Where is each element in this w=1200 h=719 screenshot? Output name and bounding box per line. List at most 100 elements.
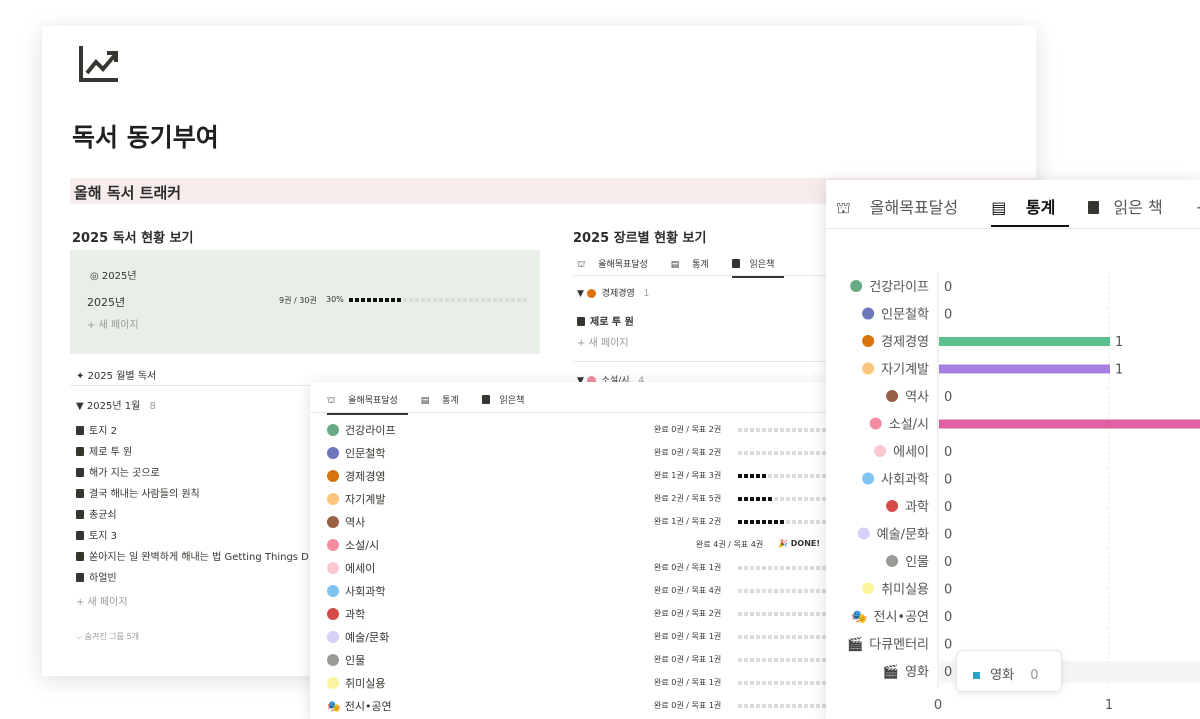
monthly-heading: ✦ 2025 월별 독서 bbox=[76, 367, 156, 382]
goal-row[interactable]: 사회과학 bbox=[327, 583, 385, 599]
status-row-label[interactable]: 2025년 bbox=[87, 294, 125, 310]
progress-cell bbox=[786, 681, 790, 685]
trend-up-icon bbox=[79, 46, 118, 82]
goal-row[interactable]: 예술/문화 bbox=[327, 629, 389, 645]
clapperboard-icon: 🎬 bbox=[847, 637, 863, 653]
book-item[interactable]: 결국 해내는 사람들의 원칙 bbox=[76, 485, 200, 500]
chart-tooltip: 영화 0 bbox=[956, 650, 1062, 692]
goal-row[interactable]: 인문철학 bbox=[327, 445, 385, 461]
goal-row[interactable]: 건강라이프 bbox=[327, 422, 396, 438]
progress-cell bbox=[816, 520, 820, 524]
tree-icon: ⛫ bbox=[327, 396, 339, 406]
progress-cell bbox=[738, 566, 742, 570]
progress-cell bbox=[487, 298, 491, 302]
book-title: 제로 투 원 bbox=[89, 447, 133, 458]
goal-row[interactable]: 역사 bbox=[327, 514, 365, 530]
tab-goal[interactable]: ⛫ 올해목표달성 bbox=[577, 260, 658, 270]
category-label: 인물 bbox=[905, 555, 929, 570]
category-dot-icon bbox=[862, 335, 875, 347]
category-label: 소설/시 bbox=[889, 418, 929, 433]
progress-cell bbox=[798, 612, 802, 616]
progress-cell bbox=[750, 474, 754, 478]
monthly-new-page-button[interactable]: + 새 페이지 bbox=[76, 593, 128, 608]
goal-row[interactable]: 경제경영 bbox=[327, 468, 385, 484]
progress-cell bbox=[816, 681, 820, 685]
progress-cell bbox=[798, 681, 802, 685]
tab-stats-label: 통계 bbox=[442, 396, 459, 406]
progress-cell bbox=[798, 428, 802, 432]
tooltip-value: 0 bbox=[1030, 668, 1039, 683]
progress-cell bbox=[774, 451, 778, 455]
genre-group-econ[interactable]: ▼ 경제경영 1 bbox=[577, 286, 649, 299]
genre-dot-icon bbox=[327, 677, 339, 689]
progress-cell bbox=[774, 474, 778, 478]
book-item[interactable]: 토지 3 bbox=[76, 527, 117, 542]
progress-cell bbox=[768, 589, 772, 593]
genre-dot-icon bbox=[327, 539, 339, 551]
progress-cell bbox=[768, 497, 772, 501]
category-dot-icon bbox=[886, 390, 899, 402]
progress-cell bbox=[756, 658, 760, 662]
progress-cell bbox=[786, 451, 790, 455]
goal-row[interactable]: 🎭 전시•공연 bbox=[327, 698, 392, 714]
progress-cell bbox=[798, 520, 802, 524]
book-item[interactable]: 하얼빈 bbox=[76, 569, 117, 584]
book-item[interactable]: 제로 투 원 bbox=[76, 443, 132, 458]
progress-cell bbox=[792, 704, 796, 708]
goal-genre-name: 과학 bbox=[345, 608, 366, 621]
tab-goal-label: 올해목표달성 bbox=[348, 396, 398, 406]
goal-row[interactable]: 에세이 bbox=[327, 560, 375, 576]
status-tab[interactable]: ◎ 2025년 bbox=[90, 267, 137, 282]
progress-cell bbox=[756, 589, 760, 593]
genre-book-item[interactable]: 제로 투 원 bbox=[577, 313, 634, 328]
progress-cell bbox=[756, 704, 760, 708]
genre-dot-icon bbox=[327, 654, 339, 666]
goal-progress-text: 완료 1권 / 목표 2권 bbox=[654, 517, 722, 526]
tab-stats[interactable]: ▤ 통계 bbox=[671, 260, 719, 270]
progress-cell bbox=[792, 635, 796, 639]
progress-cell bbox=[445, 298, 449, 302]
genre-dot-icon bbox=[327, 585, 339, 597]
progress-cell bbox=[780, 635, 784, 639]
progress-cell bbox=[433, 298, 437, 302]
goal-progress-bar bbox=[738, 425, 828, 436]
progress-cell bbox=[517, 298, 521, 302]
genre-new-page-button[interactable]: + 새 페이지 bbox=[577, 334, 629, 349]
genre-heading: 2025 장르별 현황 보기 bbox=[573, 231, 707, 246]
goal-progress-bar bbox=[738, 609, 828, 620]
progress-cell bbox=[768, 566, 772, 570]
progress-cell bbox=[816, 428, 820, 432]
tab-stats[interactable]: ▤ 통계 bbox=[421, 396, 469, 406]
progress-cell bbox=[738, 658, 742, 662]
progress-cell bbox=[762, 520, 766, 524]
book-item[interactable]: 총균쇠 bbox=[76, 506, 117, 521]
bar-chart-icon: ▤ bbox=[420, 396, 433, 406]
genre-book-title: 제로 투 원 bbox=[590, 317, 634, 328]
hidden-groups-toggle[interactable]: ⌵ 숨겨진 그룹 5개 bbox=[76, 631, 139, 642]
new-page-button[interactable]: + 새 페이지 bbox=[87, 316, 139, 331]
monthly-heading-label: 2025 월별 독서 bbox=[87, 371, 157, 382]
tab-books[interactable]: 읽은책 bbox=[481, 395, 535, 406]
progress-cell bbox=[810, 681, 814, 685]
book-item[interactable]: 쏟아지는 일 완벽하게 해내는 법 Getting Things D bbox=[76, 548, 309, 563]
progress-cell bbox=[780, 589, 784, 593]
goal-row[interactable]: 인물 bbox=[327, 652, 365, 668]
goal-row[interactable]: 취미실용 bbox=[327, 675, 385, 691]
book-item[interactable]: 해가 지는 곳으로 bbox=[76, 464, 160, 479]
progress-cell bbox=[349, 298, 353, 302]
book-item[interactable]: 토지 2 bbox=[76, 422, 117, 437]
goal-genre-name: 역사 bbox=[345, 516, 366, 529]
goal-row[interactable]: 과학 bbox=[327, 606, 365, 622]
progress-cell bbox=[780, 451, 784, 455]
category-dot-icon bbox=[850, 280, 863, 292]
progress-cell bbox=[816, 658, 820, 662]
progress-cell bbox=[744, 474, 748, 478]
progress-cell bbox=[738, 704, 742, 708]
month-group-toggle[interactable]: ▼ 2025년 1월 8 bbox=[76, 397, 156, 412]
value-label: 0 bbox=[944, 445, 952, 460]
progress-cell bbox=[798, 635, 802, 639]
progress-cell bbox=[768, 520, 772, 524]
goal-row[interactable]: 자기계발 bbox=[327, 491, 385, 507]
book-title: 결국 해내는 사람들의 원칙 bbox=[89, 489, 200, 500]
goal-row[interactable]: 소설/시 bbox=[327, 537, 379, 553]
